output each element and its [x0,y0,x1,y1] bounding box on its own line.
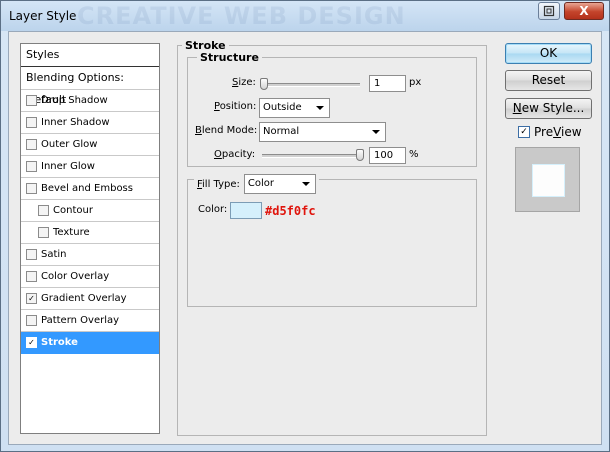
preview-label: PreView [534,125,582,139]
size-slider-thumb[interactable] [260,78,268,90]
style-checkbox[interactable]: ✓ [26,337,37,348]
style-item-label: Bevel and Emboss [41,183,133,194]
dialog-body: Styles Blending Options: Default Drop Sh… [8,31,602,445]
preview-toggle[interactable]: ✓ PreView [518,125,582,139]
opacity-unit: % [409,149,419,160]
style-checkbox[interactable] [26,315,37,326]
close-icon: X [579,4,589,18]
position-label: Position: [214,101,257,112]
style-preview [515,147,580,212]
chevron-down-icon [316,106,324,110]
size-input[interactable]: 1 [369,75,406,92]
layer-style-dialog: CREATIVE WEB DESIGN Layer Style X Styles… [0,0,610,452]
style-item-label: Stroke [41,337,78,348]
color-label: Color: [198,204,228,215]
size-label: Size: [232,77,256,88]
style-item-label: Outer Glow [41,139,98,150]
styles-list: Styles Blending Options: Default Drop Sh… [20,43,160,434]
fill-group: Fill Type: Color Color: #d5f0fc [187,174,477,307]
style-checkbox[interactable] [26,271,37,282]
styles-header[interactable]: Styles [21,44,159,67]
style-item-texture[interactable]: Texture [21,222,159,244]
structure-title: Structure [197,51,262,64]
style-checkbox[interactable] [26,117,37,128]
fill-type-label: Fill Type: [197,178,240,190]
preview-checkbox[interactable]: ✓ [518,126,530,138]
style-checkbox[interactable] [26,249,37,260]
style-item-label: Color Overlay [41,271,110,282]
style-checkbox[interactable] [38,227,49,238]
ok-button[interactable]: OK [505,43,592,64]
watermark: CREATIVE WEB DESIGN [77,2,406,30]
style-checkbox[interactable]: ✓ [26,293,37,304]
style-checkbox[interactable] [38,205,49,216]
blend-mode-select[interactable]: Normal [259,122,386,142]
chevron-down-icon [301,182,310,186]
position-value: Outside [263,102,302,113]
style-checkbox[interactable] [26,139,37,150]
size-slider-track[interactable] [260,83,360,87]
reset-button[interactable]: Reset [505,70,592,91]
style-item-label: Contour [53,205,93,216]
preview-swatch [532,164,565,197]
style-item-label: Satin [41,249,67,260]
opacity-slider-thumb[interactable] [356,149,364,161]
window-title: Layer Style [9,9,77,23]
fill-type-value: Color [247,178,274,189]
style-item-satin[interactable]: Satin [21,244,159,266]
stroke-panel: Stroke Structure Size: 1 px Position: Ou… [177,39,487,436]
style-item-label: Texture [53,227,90,238]
style-checkbox[interactable] [26,183,37,194]
opacity-slider-track[interactable] [262,154,364,158]
style-checkbox[interactable] [26,161,37,172]
help-icon [543,5,555,17]
style-item-label: Inner Shadow [41,117,110,128]
size-unit: px [409,77,422,88]
close-button[interactable]: X [564,2,604,20]
style-item-gradient-overlay[interactable]: ✓ Gradient Overlay [21,288,159,310]
blend-mode-label: Blend Mode: [195,125,258,136]
stroke-color-swatch[interactable] [230,202,262,219]
style-item-contour[interactable]: Contour [21,200,159,222]
style-item-inner-shadow[interactable]: Inner Shadow [21,112,159,134]
opacity-label: Opacity: [214,149,256,160]
style-item-label: Drop Shadow [41,95,108,106]
help-button[interactable] [538,2,560,20]
title-bar[interactable]: CREATIVE WEB DESIGN Layer Style X [1,1,609,31]
style-item-color-overlay[interactable]: Color Overlay [21,266,159,288]
style-item-inner-glow[interactable]: Inner Glow [21,156,159,178]
style-item-label: Inner Glow [41,161,95,172]
structure-group: Structure Size: 1 px Position: Outside B… [187,51,477,167]
fill-type-row: Fill Type: Color [194,174,319,194]
fill-type-select[interactable]: Color [243,174,316,194]
style-checkbox[interactable] [26,95,37,106]
style-item-outer-glow[interactable]: Outer Glow [21,134,159,156]
new-style-button[interactable]: New Style... [505,98,592,119]
chevron-down-icon [372,130,380,134]
style-item-label: Gradient Overlay [41,293,127,304]
style-item-pattern-overlay[interactable]: Pattern Overlay [21,310,159,332]
blending-options-item[interactable]: Blending Options: Default [21,67,159,106]
style-item-stroke[interactable]: ✓ Stroke [21,332,159,354]
style-item-bevel-and-emboss[interactable]: Bevel and Emboss [21,178,159,200]
color-hex-annotation: #d5f0fc [265,204,316,218]
position-select[interactable]: Outside [259,98,330,118]
opacity-input[interactable]: 100 [369,147,406,164]
blend-mode-value: Normal [263,126,300,137]
style-item-label: Pattern Overlay [41,315,120,326]
